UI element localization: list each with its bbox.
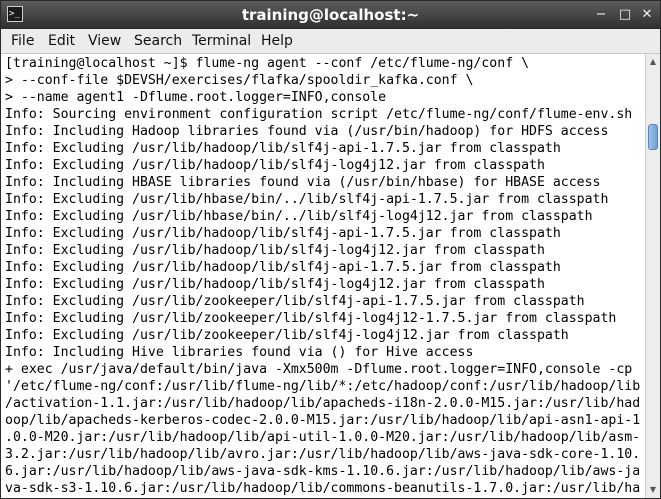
menu-help[interactable]: Help bbox=[261, 32, 293, 50]
arrow-up-icon[interactable]: ▲ bbox=[646, 55, 660, 69]
terminal-line: 6.jar:/usr/lib/hadoop/lib/aws-java-sdk-k… bbox=[5, 464, 641, 479]
terminal-line: [training@localhost ~]$ flume-ng agent -… bbox=[5, 56, 530, 71]
terminal-line: Info: Excluding /usr/lib/hbase/bin/../li… bbox=[5, 209, 593, 224]
terminal-line: Info: Including Hadoop libraries found v… bbox=[5, 124, 609, 139]
terminal-line: Info: Excluding /usr/lib/zookeeper/lib/s… bbox=[5, 294, 585, 309]
menu-search[interactable]: Search bbox=[134, 32, 182, 50]
menu-edit[interactable]: Edit bbox=[48, 32, 75, 50]
terminal-window: >_ training@localhost:~ − □ ✕ File Edit … bbox=[0, 0, 661, 499]
vertical-scrollbar[interactable]: ▲ ▼ bbox=[645, 54, 660, 498]
scrollbar-thumb[interactable] bbox=[648, 124, 658, 150]
terminal-line: Info: Excluding /usr/lib/hbase/bin/../li… bbox=[5, 192, 609, 207]
terminal-line: oop/lib/apacheds-kerberos-codec-2.0.0-M1… bbox=[5, 413, 641, 428]
maximize-button[interactable]: □ bbox=[615, 5, 635, 25]
terminal-line: Info: Excluding /usr/lib/hadoop/lib/slf4… bbox=[5, 141, 561, 156]
window-title: training@localhost:~ bbox=[241, 6, 420, 24]
terminal-line: Info: Including HBASE libraries found vi… bbox=[5, 175, 601, 190]
terminal-line: Info: Excluding /usr/lib/hadoop/lib/slf4… bbox=[5, 260, 561, 275]
terminal-line: va-sdk-s3-1.10.6.jar:/usr/lib/hadoop/lib… bbox=[5, 481, 641, 496]
close-button[interactable]: ✕ bbox=[637, 5, 657, 25]
terminal-line: Info: Excluding /usr/lib/zookeeper/lib/s… bbox=[5, 311, 617, 326]
terminal-line: Info: Sourcing environment configuration… bbox=[5, 107, 633, 122]
terminal-line: '/etc/flume-ng/conf:/usr/lib/flume-ng/li… bbox=[5, 379, 641, 394]
terminal-line: Info: Excluding /usr/lib/hadoop/lib/slf4… bbox=[5, 277, 545, 292]
terminal-output[interactable]: [training@localhost ~]$ flume-ng agent -… bbox=[1, 54, 645, 498]
terminal-line: Info: Including Hive libraries found via… bbox=[5, 345, 474, 360]
menu-view[interactable]: View bbox=[88, 32, 121, 50]
terminal-line: Info: Excluding /usr/lib/hadoop/lib/slf4… bbox=[5, 226, 561, 241]
terminal-line: + exec /usr/java/default/bin/java -Xmx50… bbox=[5, 362, 633, 377]
menu-bar: File Edit View Search Terminal Help bbox=[1, 29, 660, 54]
title-bar[interactable]: >_ training@localhost:~ − □ ✕ bbox=[1, 1, 660, 29]
terminal-line: Info: Excluding /usr/lib/zookeeper/lib/s… bbox=[5, 328, 569, 343]
arrow-down-icon[interactable]: ▼ bbox=[646, 483, 660, 497]
terminal-line: Info: Excluding /usr/lib/hadoop/lib/slf4… bbox=[5, 158, 545, 173]
terminal-line: .0.0-M20.jar:/usr/lib/hadoop/lib/api-uti… bbox=[5, 430, 641, 445]
terminal-line: 3.2.jar:/usr/lib/hadoop/lib/avro.jar:/us… bbox=[5, 447, 641, 462]
terminal-line: > --name agent1 -Dflume.root.logger=INFO… bbox=[5, 90, 387, 105]
menu-file[interactable]: File bbox=[11, 32, 34, 50]
terminal-line: Info: Excluding /usr/lib/hadoop/lib/slf4… bbox=[5, 243, 545, 258]
minimize-button[interactable]: − bbox=[591, 5, 611, 25]
menu-terminal[interactable]: Terminal bbox=[192, 32, 251, 50]
terminal-line: > --conf-file $DEVSH/exercises/flafka/sp… bbox=[5, 73, 474, 88]
terminal-line: /activation-1.1.jar:/usr/lib/hadoop/lib/… bbox=[5, 396, 641, 411]
